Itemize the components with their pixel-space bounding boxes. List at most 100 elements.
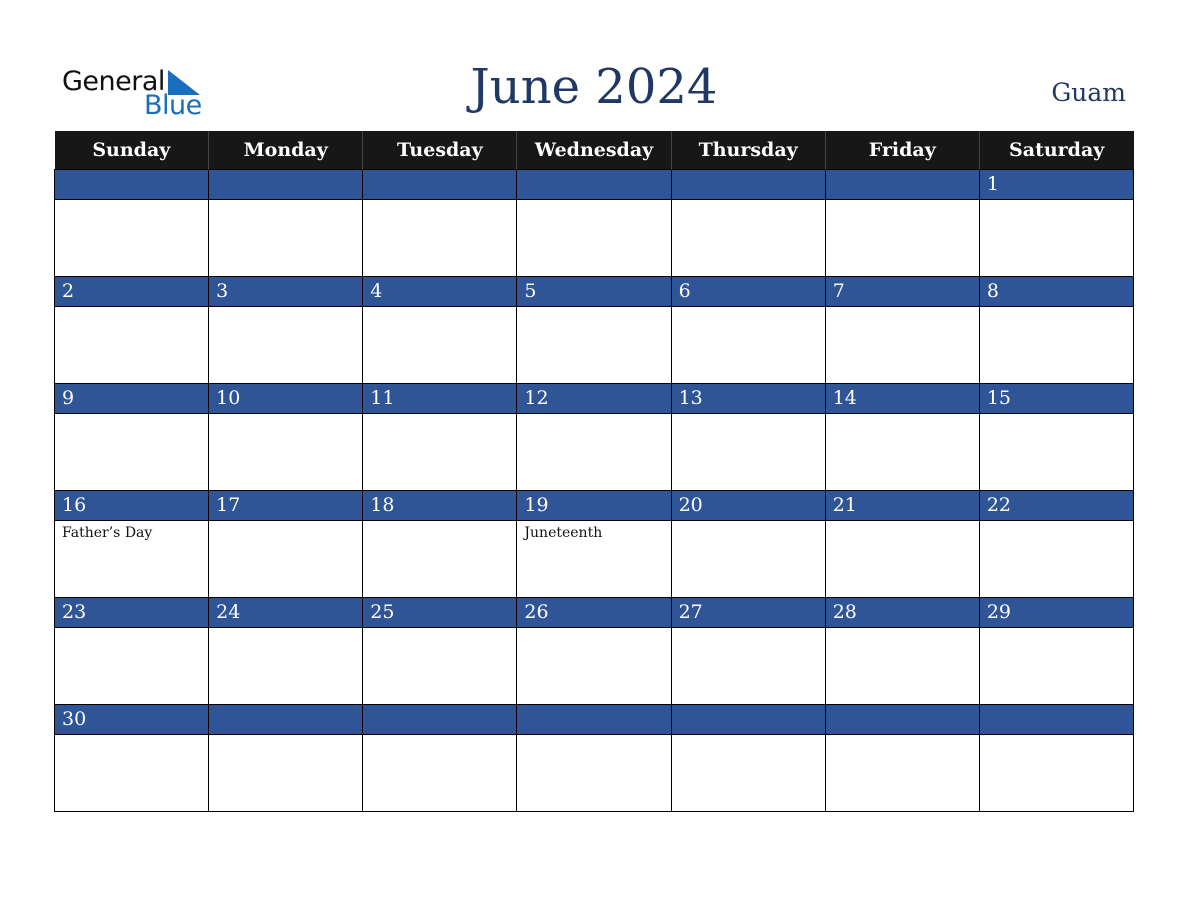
day-number xyxy=(979,705,1133,735)
day-cell[interactable]: 5 xyxy=(516,276,672,384)
day-cell[interactable]: 11 xyxy=(362,383,518,491)
day-number: 27 xyxy=(671,598,825,628)
day-number: 18 xyxy=(363,491,517,521)
week-row: 16 Father’s Day 17 18 19 Juneteenth 20 21 22 xyxy=(53,490,1135,598)
day-cell[interactable]: 30 xyxy=(53,704,210,812)
day-cell[interactable] xyxy=(670,169,826,277)
day-cell[interactable]: 18 xyxy=(362,490,518,598)
day-number: 8 xyxy=(979,277,1133,307)
day-cell[interactable] xyxy=(53,169,210,277)
day-cell[interactable]: 28 xyxy=(824,597,980,705)
day-cell[interactable]: 27 xyxy=(670,597,826,705)
day-cell[interactable]: 10 xyxy=(208,383,364,491)
day-cell[interactable]: 3 xyxy=(208,276,364,384)
weekday-sunday: Sunday xyxy=(54,131,209,170)
day-cell[interactable]: 26 xyxy=(516,597,672,705)
day-cell[interactable]: 2 xyxy=(53,276,210,384)
day-number: 22 xyxy=(979,491,1133,521)
day-cell[interactable] xyxy=(824,169,980,277)
weekday-wednesday: Wednesday xyxy=(516,131,672,170)
day-cell[interactable]: 23 xyxy=(53,597,210,705)
day-number xyxy=(209,705,363,735)
week-row: 9 10 11 12 13 14 15 xyxy=(53,383,1135,491)
day-cell[interactable] xyxy=(516,169,672,277)
day-cell[interactable]: 7 xyxy=(824,276,980,384)
day-number: 30 xyxy=(55,705,209,735)
day-cell[interactable]: 24 xyxy=(208,597,364,705)
day-cell[interactable]: 21 xyxy=(824,490,980,598)
day-cell[interactable]: 4 xyxy=(362,276,518,384)
day-number: 13 xyxy=(671,384,825,414)
day-number: 4 xyxy=(363,277,517,307)
holiday-label: Juneteenth xyxy=(524,525,603,541)
day-number xyxy=(55,170,209,200)
day-number: 29 xyxy=(979,598,1133,628)
day-cell[interactable] xyxy=(362,169,518,277)
day-number: 11 xyxy=(363,384,517,414)
day-cell[interactable] xyxy=(208,704,364,812)
day-cell[interactable]: 17 xyxy=(208,490,364,598)
day-number: 6 xyxy=(671,277,825,307)
weekday-thursday: Thursday xyxy=(670,131,826,170)
calendar-grid: Sunday Monday Tuesday Wednesday Thursday… xyxy=(53,131,1135,812)
day-cell[interactable]: 9 xyxy=(53,383,210,491)
day-cell[interactable]: 1 xyxy=(978,169,1135,277)
day-number xyxy=(825,705,979,735)
region-label: Guam xyxy=(1051,78,1126,107)
day-cell[interactable]: 22 xyxy=(978,490,1135,598)
day-cell[interactable] xyxy=(824,704,980,812)
day-number xyxy=(209,170,363,200)
day-number: 19 xyxy=(517,491,671,521)
day-cell[interactable]: 14 xyxy=(824,383,980,491)
day-cell[interactable]: 15 xyxy=(978,383,1135,491)
day-number: 1 xyxy=(979,170,1133,200)
day-number: 14 xyxy=(825,384,979,414)
day-cell[interactable]: 8 xyxy=(978,276,1135,384)
week-row: 1 xyxy=(53,169,1135,277)
week-row: 23 24 25 26 27 28 29 xyxy=(53,597,1135,705)
day-number xyxy=(671,705,825,735)
day-cell[interactable] xyxy=(978,704,1135,812)
day-number: 23 xyxy=(55,598,209,628)
day-cell[interactable] xyxy=(362,704,518,812)
day-number xyxy=(363,170,517,200)
day-number xyxy=(517,705,671,735)
day-cell[interactable] xyxy=(516,704,672,812)
day-number: 24 xyxy=(209,598,363,628)
day-number xyxy=(517,170,671,200)
day-number: 25 xyxy=(363,598,517,628)
day-cell[interactable]: 6 xyxy=(670,276,826,384)
day-number: 7 xyxy=(825,277,979,307)
day-number: 5 xyxy=(517,277,671,307)
week-row: 30 xyxy=(53,704,1135,812)
weekday-header-row: Sunday Monday Tuesday Wednesday Thursday… xyxy=(54,131,1134,170)
day-number xyxy=(671,170,825,200)
weekday-monday: Monday xyxy=(208,131,363,170)
day-cell[interactable]: 25 xyxy=(362,597,518,705)
day-cell[interactable]: 12 xyxy=(516,383,672,491)
day-number: 26 xyxy=(517,598,671,628)
day-number: 2 xyxy=(55,277,209,307)
weekday-friday: Friday xyxy=(824,131,980,170)
day-number xyxy=(363,705,517,735)
day-number: 21 xyxy=(825,491,979,521)
weekday-tuesday: Tuesday xyxy=(362,131,517,170)
day-number: 28 xyxy=(825,598,979,628)
day-number: 16 xyxy=(55,491,209,521)
day-cell[interactable] xyxy=(208,169,364,277)
weekday-saturday: Saturday xyxy=(978,131,1134,170)
week-row: 2345678 xyxy=(53,276,1135,384)
day-cell[interactable] xyxy=(670,704,826,812)
day-number: 15 xyxy=(979,384,1133,414)
day-number: 17 xyxy=(209,491,363,521)
day-number: 10 xyxy=(209,384,363,414)
day-number xyxy=(825,170,979,200)
day-number: 20 xyxy=(671,491,825,521)
holiday-label: Father’s Day xyxy=(62,525,153,541)
day-cell[interactable]: 13 xyxy=(670,383,826,491)
day-cell[interactable]: 20 xyxy=(670,490,826,598)
day-cell[interactable]: 16 Father’s Day xyxy=(53,490,210,598)
day-number: 3 xyxy=(209,277,363,307)
day-cell[interactable]: 29 xyxy=(978,597,1135,705)
day-cell[interactable]: 19 Juneteenth xyxy=(516,490,672,598)
